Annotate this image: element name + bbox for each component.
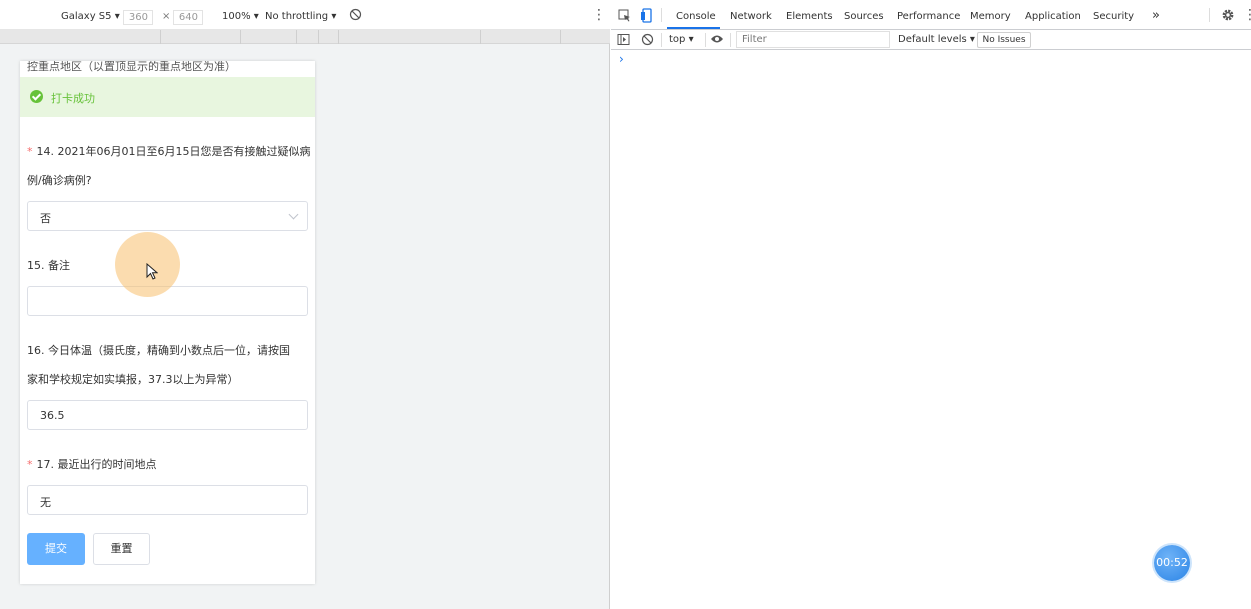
tab-console[interactable]: Console xyxy=(676,11,716,22)
checkin-success-alert: 打卡成功 xyxy=(20,77,315,117)
question-16-label: 16. 今日体温（摄氏度，精确到小数点后一位，请按国 xyxy=(27,344,290,357)
toolbar-divider xyxy=(705,33,706,47)
mouse-pointer-icon xyxy=(146,263,158,280)
toolbar-divider xyxy=(1209,8,1210,22)
context-label: top xyxy=(669,34,686,45)
console-toolbar: top ▾ Default levels ▾ xyxy=(611,30,1251,50)
tab-security[interactable]: Security xyxy=(1093,11,1134,22)
rotate-icon[interactable] xyxy=(349,8,362,24)
console-filter-input[interactable]: Filter xyxy=(736,31,890,48)
tab-application[interactable]: Application xyxy=(1025,11,1081,22)
recent-travel-input[interactable]: 无 xyxy=(27,485,308,515)
devtools-tab-bar: Console Network Elements Sources Perform… xyxy=(611,0,1251,30)
sidebar-toggle-icon[interactable] xyxy=(617,33,630,49)
log-levels-select[interactable]: Default levels ▾ xyxy=(898,34,975,45)
active-tab-indicator xyxy=(667,27,720,29)
chevron-down-icon xyxy=(288,209,299,220)
device-select[interactable]: Galaxy S5 ▾ xyxy=(61,11,120,22)
device-toggle-icon[interactable] xyxy=(640,8,653,26)
dimension-separator: × xyxy=(162,11,171,22)
context-select[interactable]: top ▾ xyxy=(669,34,694,45)
width-input[interactable]: 360 xyxy=(123,10,153,25)
question-14-label-cont: 例/确诊病例? xyxy=(27,174,92,187)
partial-question-text: 控重点地区（以置顶显示的重点地区为准） xyxy=(27,61,236,73)
question-14-select[interactable]: 否 xyxy=(27,201,308,231)
issues-counter-button[interactable]: No Issues xyxy=(977,32,1031,48)
devtools-menu-icon[interactable]: ⋮ xyxy=(1243,7,1251,23)
success-message: 打卡成功 xyxy=(51,92,95,105)
mobile-viewport: 控重点地区（以置顶显示的重点地区为准） 打卡成功 * 14. 2021年06月01… xyxy=(20,61,315,584)
more-options-icon[interactable]: ⋮ xyxy=(592,7,606,23)
check-circle-icon xyxy=(30,90,43,103)
tab-performance[interactable]: Performance xyxy=(897,11,960,22)
question-14-text: 14. 2021年06月01日至6月15日您是否有接触过疑似病 xyxy=(36,145,311,158)
tab-elements[interactable]: Elements xyxy=(786,11,833,22)
tab-sources[interactable]: Sources xyxy=(844,11,884,22)
question-15-label: 15. 备注 xyxy=(27,259,70,272)
question-17-text: 17. 最近出行的时间地点 xyxy=(36,458,157,471)
required-mark: * xyxy=(27,458,33,471)
question-14-label: * 14. 2021年06月01日至6月15日您是否有接触过疑似病 xyxy=(27,143,310,159)
log-levels-label: Default levels xyxy=(898,34,967,45)
temperature-input[interactable]: 36.5 xyxy=(27,400,308,430)
devtools-panel: Console Network Elements Sources Perform… xyxy=(611,0,1251,609)
tab-memory[interactable]: Memory xyxy=(970,11,1011,22)
zoom-label: 100% xyxy=(222,11,251,22)
throttling-label: No throttling xyxy=(265,11,329,22)
temperature-value: 36.5 xyxy=(40,409,65,422)
settings-gear-icon[interactable] xyxy=(1221,8,1235,25)
more-tabs-icon[interactable]: » xyxy=(1152,8,1160,23)
device-emulation-pane: Galaxy S5 ▾ 360 × 640 100% ▾ No throttli… xyxy=(0,0,610,609)
inspect-element-icon[interactable] xyxy=(618,9,631,25)
toolbar-divider xyxy=(730,33,731,47)
live-expression-eye-icon[interactable] xyxy=(710,34,724,47)
throttling-select[interactable]: No throttling ▾ xyxy=(265,11,336,22)
console-prompt[interactable]: › xyxy=(619,52,624,66)
toolbar-divider xyxy=(661,33,662,47)
remarks-input[interactable] xyxy=(27,286,308,316)
reset-button[interactable]: 重置 xyxy=(93,533,150,565)
toolbar-divider xyxy=(661,8,662,22)
submit-button[interactable]: 提交 xyxy=(27,533,85,565)
question-16-label-cont: 家和学校规定如实填报，37.3以上为异常） xyxy=(27,373,239,386)
height-input[interactable]: 640 xyxy=(173,10,203,25)
recent-travel-value: 无 xyxy=(40,496,51,509)
timer-badge: 00:52 xyxy=(1154,545,1190,581)
zoom-select[interactable]: 100% ▾ xyxy=(222,11,259,22)
question-14-value: 否 xyxy=(40,212,51,225)
tab-network[interactable]: Network xyxy=(730,11,772,22)
clear-console-icon[interactable] xyxy=(641,33,654,49)
required-mark: * xyxy=(27,145,33,158)
device-name: Galaxy S5 xyxy=(61,11,112,22)
device-toolbar: Galaxy S5 ▾ 360 × 640 100% ▾ No throttli… xyxy=(0,0,610,30)
device-ruler xyxy=(0,30,610,44)
question-17-label: * 17. 最近出行的时间地点 xyxy=(27,456,157,472)
